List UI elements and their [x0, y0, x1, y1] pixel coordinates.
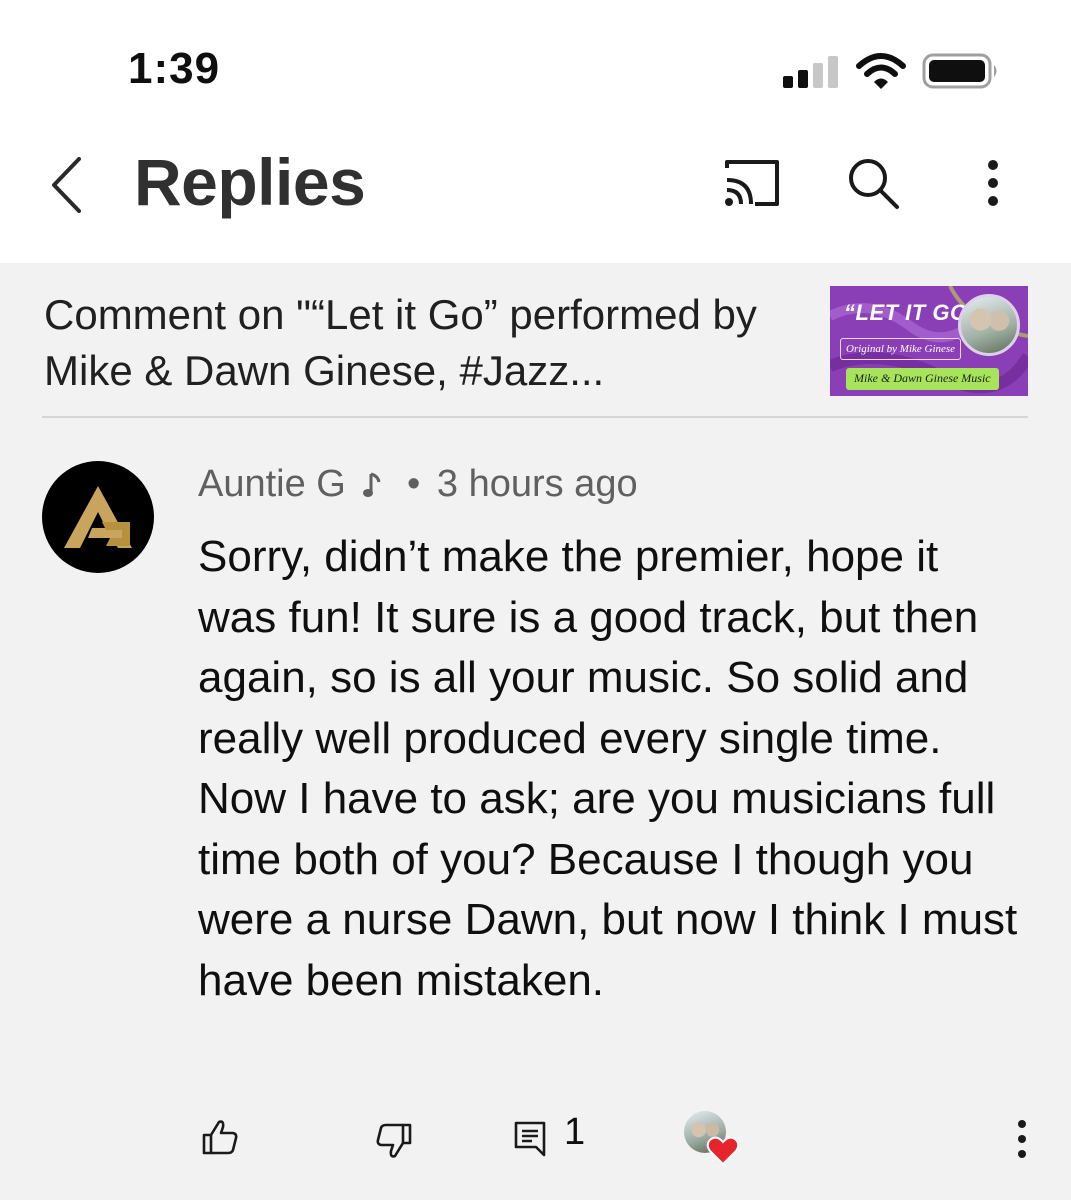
- like-icon: [202, 1120, 238, 1155]
- context-divider: [42, 416, 1028, 418]
- auntie-g-logo-icon: [64, 486, 132, 548]
- comment-card: Auntie G • 3 hours ago Sorry, didn’t mak…: [0, 419, 1071, 1200]
- page-title: Replies: [134, 145, 366, 219]
- comment-time: 3 hours ago: [436, 463, 638, 505]
- meta-separator: •: [407, 463, 421, 505]
- comment-meta: Auntie G • 3 hours ago: [198, 463, 638, 506]
- back-icon: [52, 157, 81, 213]
- comment-body: Sorry, didn’t make the premier, hope it …: [198, 532, 1018, 1005]
- cast-button[interactable]: [716, 152, 786, 214]
- thumbnail-footer: Mike & Dawn Ginese Music: [846, 368, 999, 390]
- comment-actions: 1: [0, 1101, 1071, 1181]
- like-button[interactable]: [192, 1109, 248, 1165]
- search-button[interactable]: [838, 150, 908, 216]
- more-vert-icon: [1018, 1120, 1026, 1158]
- app-bar: Replies: [0, 130, 1071, 263]
- author-avatar[interactable]: [42, 461, 154, 573]
- thumbnail-subtitle: Original by Mike Ginese: [840, 338, 962, 360]
- reply-button[interactable]: [502, 1109, 558, 1165]
- cellular-signal-icon: [783, 56, 838, 88]
- search-icon: [849, 159, 899, 209]
- comment-more-button[interactable]: [1004, 1109, 1040, 1169]
- video-context-text[interactable]: Comment on "“Let it Go” performed by Mik…: [44, 287, 804, 399]
- back-button[interactable]: [36, 150, 96, 220]
- video-thumbnail[interactable]: “LET IT GO” Original by Mike Ginese Mike…: [830, 286, 1028, 396]
- comment-context[interactable]: Comment on "“Let it Go” performed by Mik…: [0, 263, 1071, 419]
- creator-heart-icon: [706, 1136, 740, 1166]
- dislike-button[interactable]: [366, 1113, 422, 1169]
- more-options-button[interactable]: [968, 150, 1018, 216]
- thumbnail-photo: [958, 294, 1020, 356]
- reply-icon: [514, 1121, 546, 1157]
- wifi-icon: [856, 53, 906, 89]
- more-vert-icon: [988, 160, 998, 206]
- reply-count[interactable]: 1: [564, 1111, 585, 1154]
- status-bar: 1:39: [0, 0, 1071, 130]
- creator-heart-badge: [684, 1111, 740, 1167]
- status-time: 1:39: [128, 44, 221, 93]
- music-note-icon: [362, 463, 382, 506]
- comment-author[interactable]: Auntie G: [198, 463, 346, 505]
- battery-icon: [922, 53, 997, 89]
- dislike-icon: [376, 1123, 412, 1158]
- cast-icon: [725, 160, 779, 206]
